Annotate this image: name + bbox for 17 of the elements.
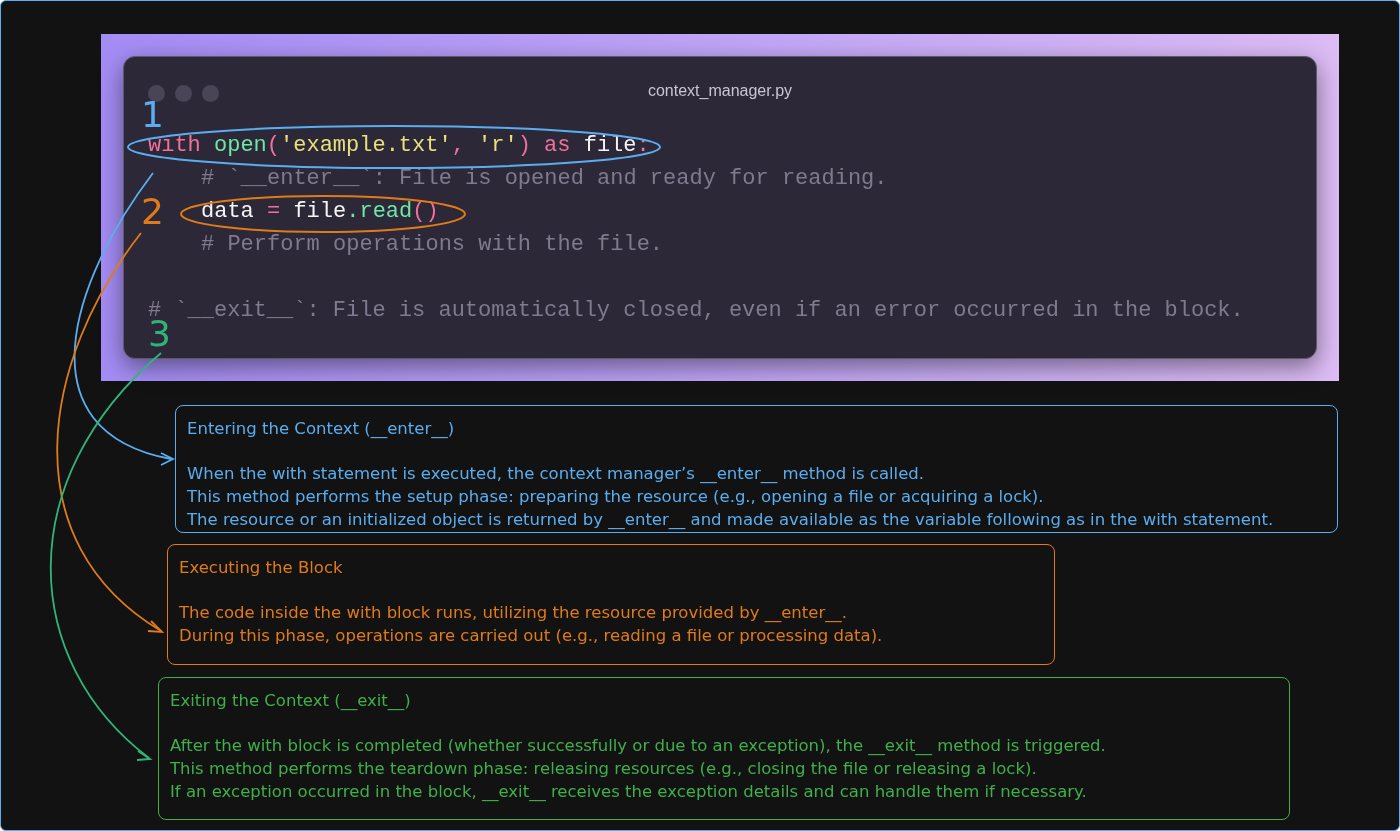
window-title: context_manager.py	[647, 81, 793, 101]
code-line: data = file.read()	[201, 198, 439, 226]
card-title: Executing the Block	[179, 557, 343, 579]
code-line: # Perform operations with the file.	[201, 231, 664, 259]
code-line: # `__enter__`: File is opened and ready for reading.	[201, 165, 888, 193]
card-text: When the with statement is executed, the context manager’s __enter__ method is called.	[187, 463, 925, 485]
card-text: During this phase, operations are carried out (e.g., reading a file or processing data).	[179, 625, 883, 647]
card-text: The code inside the with block runs, utilizing the resource provided by __enter__.	[179, 602, 847, 624]
card-title: Entering the Context (__enter__)	[187, 418, 455, 440]
card-text: After the with block is completed (whether successfully or due to an exception), the __exit__ method is triggered.	[170, 735, 1106, 757]
card-text: This method performs the setup phase: preparing the resource (e.g., opening a file or acquiring a lock).	[187, 486, 1044, 508]
step-number: 2	[141, 195, 164, 229]
card-title: Exiting the Context (__exit__)	[170, 690, 411, 712]
card-text: The resource or an initialized object is returned by __enter__ and made available as the variable following as in the with statement.	[187, 509, 1274, 531]
card-text: This method performs the teardown phase: releasing resources (e.g., closing the file or releasing a lock).	[170, 758, 1037, 780]
step-number: 1	[141, 98, 164, 132]
card-text: If an exception occurred in the block, __exit__ receives the exception details and can handle them if necessary.	[170, 781, 1087, 803]
